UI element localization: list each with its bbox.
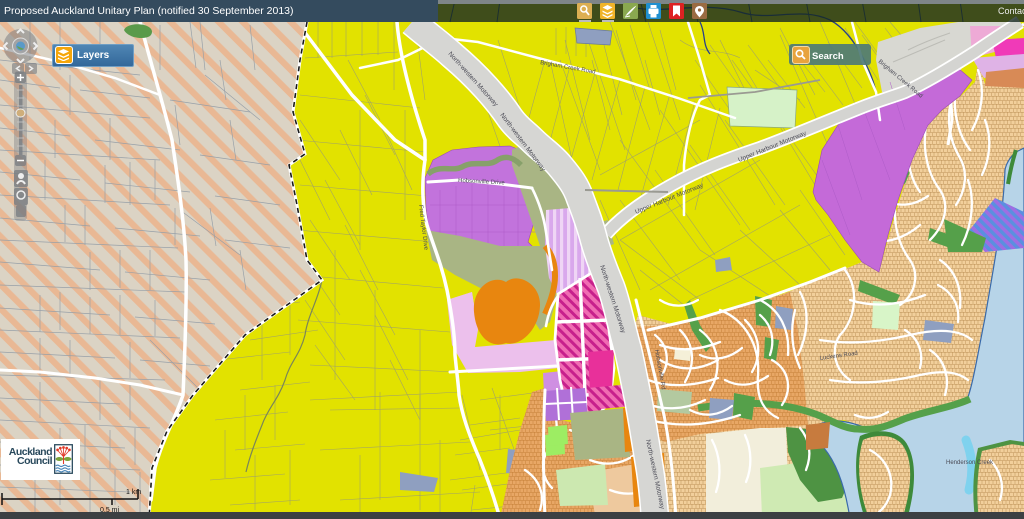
- svg-text:Henderson Creek: Henderson Creek: [946, 460, 994, 466]
- svg-text:1 km: 1 km: [126, 489, 141, 496]
